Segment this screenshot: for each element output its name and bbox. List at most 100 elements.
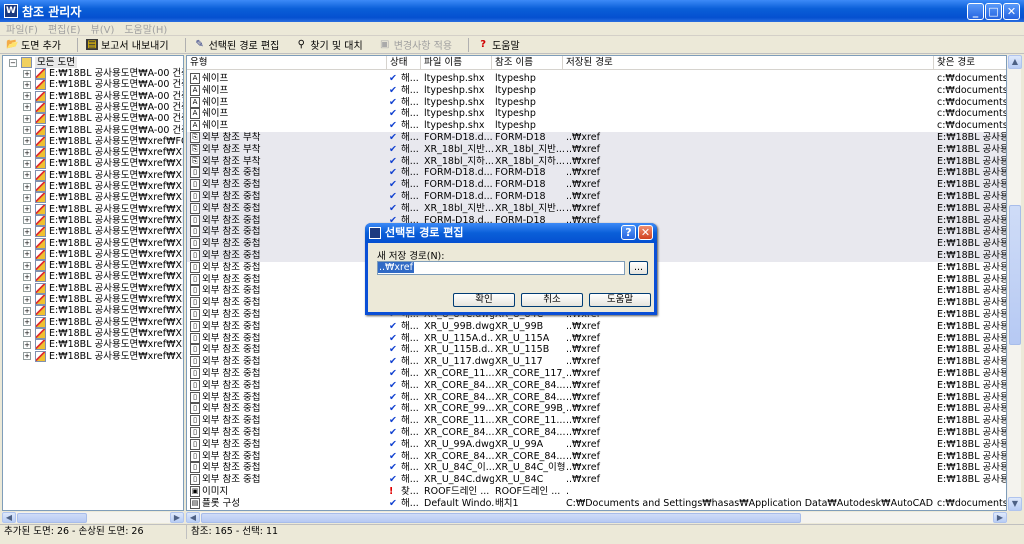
expand-icon[interactable]: +	[23, 284, 31, 293]
expand-icon[interactable]: +	[23, 295, 31, 304]
tree-item[interactable]: + E:₩18BL 공사용도면₩A-00 건축도	[23, 90, 183, 102]
column-header-status[interactable]: 상태	[387, 56, 421, 70]
expand-icon[interactable]: +	[23, 103, 31, 112]
table-row[interactable]: ▤ 플롯 구성 ✔ 해... Default Windo... 배치1 C:₩Documen…	[187, 497, 1006, 510]
tree-item[interactable]: + E:₩18BL 공사용도면₩xref₩FORM	[23, 135, 183, 147]
expand-icon[interactable]: +	[23, 114, 31, 123]
table-row[interactable]: ▯ 외부 참조 중첩 ✔ 해... XR_18bl_지반... XR_18bl_지반...…	[187, 202, 1006, 215]
tree-item[interactable]: + E:₩18BL 공사용도면₩xref₩XR_U	[23, 316, 183, 328]
column-header-saved-path[interactable]: 저장된 경로	[563, 56, 934, 70]
menu-help[interactable]: 도움말(H)	[124, 21, 167, 36]
expand-icon[interactable]: +	[23, 92, 31, 101]
table-row[interactable]: ▯외부 참조 중첩 ✔ 해... XR_U_84C.dwgXR_U_84C ..₩xre…	[187, 474, 1006, 486]
column-header-file-name[interactable]: 파일 이름	[421, 56, 492, 70]
table-row[interactable]: ▯ 외부 참조 중첩 ✔ 해... XR_U_115A.d... XR_U_115A ..₩…	[187, 332, 1006, 345]
tree-item[interactable]: + E:₩18BL 공사용도면₩A-00 건축도	[23, 124, 183, 136]
table-row[interactable]: ⎘ 외부 참조 부착 ✔ 해... FORM-D18.d... FORM-D18 ..₩xr…	[187, 132, 1006, 144]
expand-icon[interactable]: +	[23, 306, 31, 315]
table-row[interactable]: ⎘ 외부 참조 부착 ✔ 해... XR_18bl_지반... XR_18bl_지반...…	[187, 143, 1006, 156]
scroll-up-icon[interactable]: ▲	[1008, 55, 1022, 69]
tree-item[interactable]: + E:₩18BL 공사용도면₩xref₩XR_U	[23, 350, 183, 362]
tree-item[interactable]: + E:₩18BL 공사용도면₩xref₩XR_18	[23, 158, 183, 170]
left-horizontal-scrollbar[interactable]: ◀ ▶	[2, 512, 184, 523]
tree-item[interactable]: + E:₩18BL 공사용도면₩xref₩XR_U	[23, 282, 183, 294]
table-row[interactable]: ▯ 외부 참조 중첩 ✔ 해... XR_CORE_11... XR_CORE_11...…	[187, 415, 1006, 427]
dialog-help-button[interactable]: 도움말	[589, 293, 651, 307]
menu-file[interactable]: 파일(F)	[6, 21, 38, 36]
column-header-type[interactable]: 유형	[187, 56, 387, 70]
expand-icon[interactable]: +	[23, 318, 31, 327]
expand-icon[interactable]: +	[23, 159, 31, 168]
tree-item[interactable]: + E:₩18BL 공사용도면₩A-00 건축도	[23, 113, 183, 125]
tree-item[interactable]: + E:₩18BL 공사용도면₩xref₩XR_18	[23, 147, 183, 159]
apply-changes-button[interactable]: ▣ 변경사항 적용	[379, 37, 452, 52]
column-header-found-path[interactable]: 찾은 경로	[934, 56, 1006, 70]
scroll-right-icon[interactable]: ▶	[170, 512, 184, 523]
column-header-ref-name[interactable]: 참조 이름	[492, 56, 563, 70]
scroll-down-icon[interactable]: ▼	[1008, 497, 1022, 511]
tree-item[interactable]: + E:₩18BL 공사용도면₩xref₩XR_U	[23, 271, 183, 283]
table-row[interactable]: ▯ 외부 참조 중첩 ✔ 해... XR_U_99B.dwg XR_U_99B ..₩xre…	[187, 320, 1006, 333]
dialog-close-button[interactable]: ✕	[638, 225, 653, 240]
expand-icon[interactable]: +	[23, 329, 31, 338]
table-row[interactable]: A 쉐이프 ✔ 해... ltypeshp.shx ltypeshp c:₩document…	[187, 73, 1006, 85]
table-row[interactable]: ▯ 외부 참조 중첩 ✔ 해... XR_U_117.dwg XR_U_117 ..₩xre…	[187, 356, 1006, 368]
expand-icon[interactable]: +	[23, 148, 31, 157]
tree-item[interactable]: + E:₩18BL 공사용도면₩xref₩XR_U	[23, 294, 183, 305]
drawing-tree[interactable]: − 모든 도면 + E:₩18BL 공사용도면₩A-00 건축도 + E:₩18BL …	[2, 55, 184, 511]
scroll-right-icon[interactable]: ▶	[993, 512, 1007, 523]
expand-icon[interactable]: +	[23, 352, 31, 360]
expand-icon[interactable]: +	[23, 272, 31, 281]
menu-edit[interactable]: 편집(E)	[48, 21, 81, 36]
table-row[interactable]: ▯ 외부 참조 중첩 ✔ 해... FORM-D18.d... FORM-D18 ..₩xr…	[187, 179, 1006, 192]
tree-item[interactable]: + E:₩18BL 공사용도면₩xref₩XR_C	[23, 226, 183, 238]
right-horizontal-scrollbar[interactable]: ◀ ▶	[186, 512, 1007, 523]
find-replace-button[interactable]: ⚲ 찾기 및 대치	[295, 37, 363, 52]
expand-icon[interactable]: +	[23, 250, 31, 259]
table-row[interactable]: ⎘ 외부 참조 부착 ✔ 해... XR_18bl_지하... XR_18bl_지하...…	[187, 155, 1006, 168]
tree-root[interactable]: − 모든 도면	[9, 57, 77, 68]
menu-view[interactable]: 뷰(V)	[91, 21, 115, 36]
help-button[interactable]: ? 도움말	[477, 37, 520, 52]
table-row[interactable]: ▯ 외부 참조 중첩 ✔ 해... FORM-D18.d... FORM-D18 ..₩xr…	[187, 191, 1006, 203]
tree-item[interactable]: + E:₩18BL 공사용도면₩A-00 건축도	[23, 79, 183, 91]
table-row[interactable]: ▯ 외부 참조 중첩 ✔ 해... XR_CORE_84... XR_CORE_84...…	[187, 379, 1006, 392]
add-drawing-button[interactable]: 📂 도면 추가	[6, 37, 61, 52]
table-row[interactable]: ▯ 외부 참조 중첩 ✔ 해... XR_U_84C_이... XR_U_84C_이형..…	[187, 462, 1006, 474]
expand-icon[interactable]: +	[23, 216, 31, 225]
expand-icon[interactable]: +	[23, 239, 31, 247]
scroll-thumb[interactable]	[201, 513, 801, 523]
vertical-scrollbar[interactable]: ▲ ▼	[1007, 55, 1022, 511]
table-row[interactable]: A 쉐이프 ✔ 해... ltypeshp.shx ltypeshp c:₩document…	[187, 108, 1006, 120]
new-path-input[interactable]: ..₩xref	[377, 261, 625, 275]
expand-icon[interactable]: +	[23, 193, 31, 202]
table-row[interactable]: A 쉐이프 ✔ 해... ltypeshp.shx ltypeshp c:₩document…	[187, 120, 1006, 132]
table-row[interactable]: ▯ 외부 참조 중첩 ✔ 해... XR_CORE_11... XR_CORE_117_.…	[187, 368, 1006, 380]
tree-item[interactable]: + E:₩18BL 공사용도면₩xref₩XR_U	[23, 305, 183, 317]
expand-icon[interactable]: +	[23, 137, 31, 146]
scroll-left-icon[interactable]: ◀	[2, 512, 16, 523]
tree-item[interactable]: + E:₩18BL 공사용도면₩xref₩XR_C	[23, 203, 183, 215]
minimize-button[interactable]: _	[967, 3, 984, 20]
table-row[interactable]: A 쉐이프 ✔ 해... ltypeshp.shx ltypeshp c:₩document…	[187, 96, 1006, 109]
table-row[interactable]: A 쉐이프 ✔ 해... ltypeshp.shx ltypeshp c:₩document…	[187, 84, 1006, 97]
dialog-help-icon[interactable]: ?	[621, 225, 636, 240]
table-row[interactable]: ▯ 외부 참조 중첩 ✔ 해... FORM-D18.d... FORM-D18 ..₩xr…	[187, 167, 1006, 180]
expand-icon[interactable]: +	[23, 227, 31, 236]
ok-button[interactable]: 확인	[453, 293, 515, 307]
table-row[interactable]: ▯ 외부 참조 중첩 ✔ 해... XR_U_99A.dwg XR_U_99A ..₩xre…	[187, 438, 1006, 451]
expand-icon[interactable]: +	[23, 171, 31, 180]
tree-item[interactable]: + E:₩18BL 공사용도면₩xref₩XR_C	[23, 214, 183, 226]
scroll-thumb[interactable]	[1009, 205, 1021, 345]
maximize-button[interactable]: □	[985, 3, 1002, 20]
edit-selected-path-button[interactable]: ✎ 선택된 경로 편집	[194, 37, 279, 52]
expand-icon[interactable]: +	[23, 126, 31, 134]
expand-icon[interactable]: +	[23, 69, 31, 78]
tree-item[interactable]: + E:₩18BL 공사용도면₩xref₩XR_18	[23, 169, 183, 181]
collapse-icon[interactable]: −	[9, 58, 17, 67]
expand-icon[interactable]: +	[23, 205, 31, 214]
tree-item[interactable]: + E:₩18BL 공사용도면₩xref₩XR_U	[23, 339, 183, 351]
tree-item[interactable]: + E:₩18BL 공사용도면₩xref₩XR_U	[23, 260, 183, 272]
tree-item[interactable]: + E:₩18BL 공사용도면₩xref₩XR_C	[23, 181, 183, 192]
close-button[interactable]: ✕	[1003, 3, 1020, 20]
